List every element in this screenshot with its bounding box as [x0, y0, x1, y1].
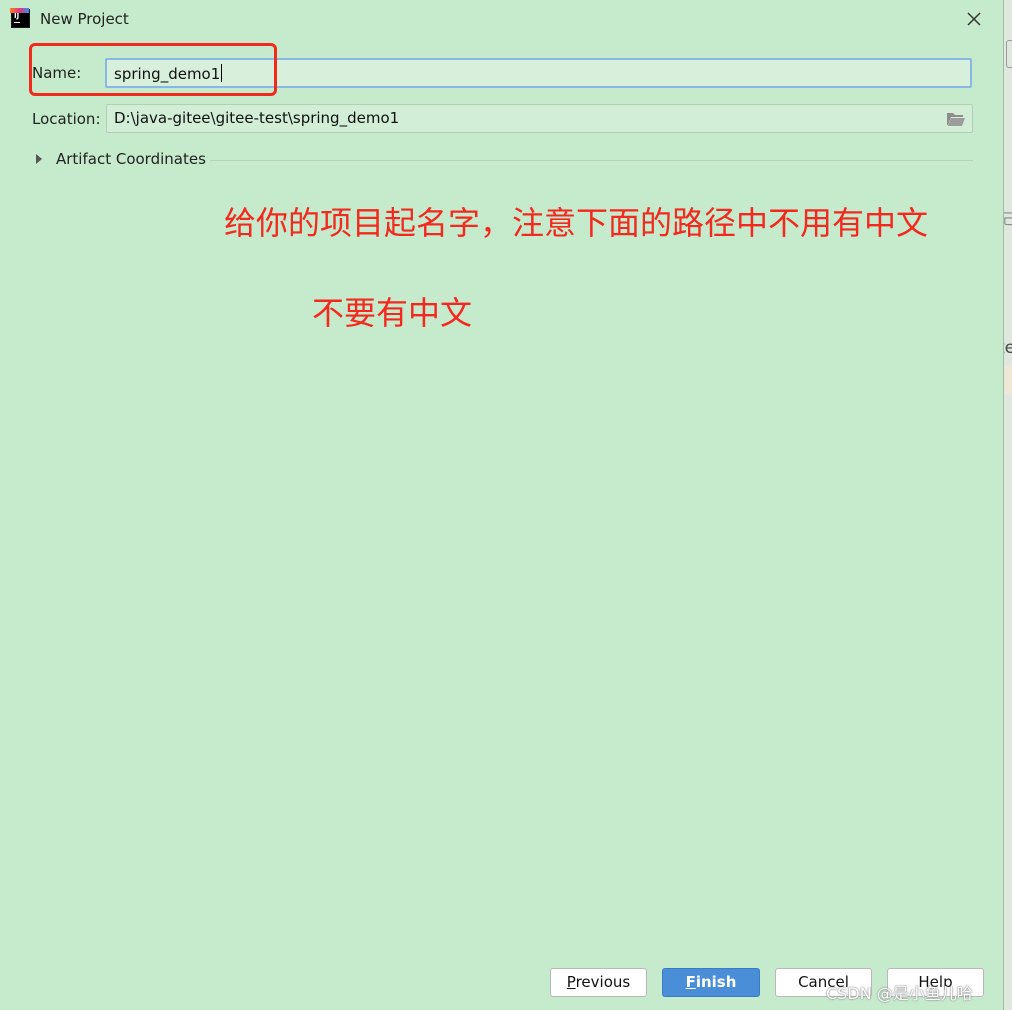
title-bar: IJ New Project	[0, 0, 1003, 38]
annotation-text: 给你的项目起名字，注意下面的路径中不用有中文	[224, 204, 929, 242]
finish-button[interactable]: Finish	[662, 968, 760, 997]
dialog-title: New Project	[40, 10, 129, 28]
close-icon[interactable]	[964, 9, 984, 29]
watermark: CSDN @是小鱼儿哈	[826, 984, 973, 1003]
location-input[interactable]: D:\java-gitee\gitee-test\spring_demo1	[106, 104, 973, 133]
annotation-text: 不要有中文	[312, 294, 473, 332]
background-window-edge	[1006, 40, 1012, 68]
new-project-dialog: IJ New Project Name: spring_demo1 Locati…	[0, 0, 1004, 1010]
folder-icon[interactable]	[946, 111, 966, 127]
background-window: 己 te	[998, 0, 1012, 1010]
annotation-highlight-box	[29, 43, 277, 96]
section-divider	[210, 160, 973, 161]
intellij-idea-icon: IJ	[10, 8, 30, 28]
location-input-value: D:\java-gitee\gitee-test\spring_demo1	[114, 109, 400, 127]
previous-button[interactable]: Previous	[550, 968, 647, 997]
chevron-right-icon	[36, 154, 42, 164]
background-strip	[1004, 366, 1012, 394]
location-label: Location:	[32, 110, 101, 128]
artifact-coordinates-label: Artifact Coordinates	[56, 150, 206, 168]
